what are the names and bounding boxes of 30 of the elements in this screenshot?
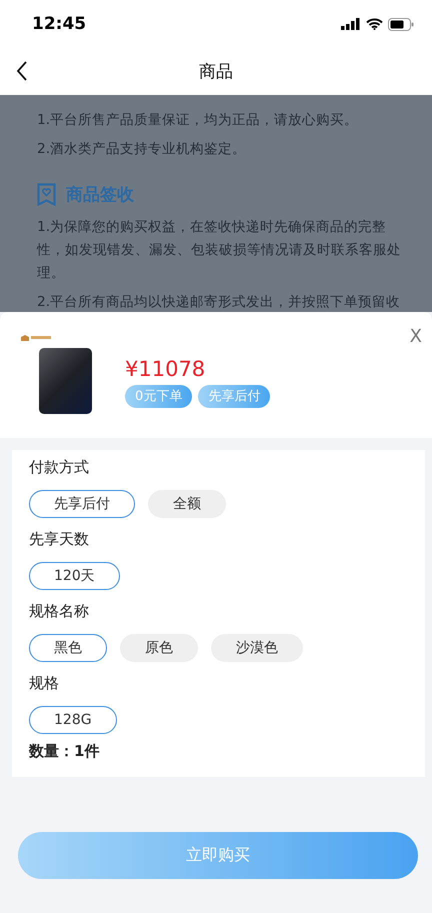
option-group-title: 付款方式 (29, 457, 90, 478)
status-time: 12:45 (32, 14, 86, 34)
option-group-title: 先享天数 (29, 529, 90, 550)
option-group-title: 规格 (29, 673, 60, 694)
wifi-icon (366, 18, 383, 30)
section-heading: 商品签收 (66, 184, 134, 206)
policy-text: 2.酒水类产品支持专业机构鉴定。 (37, 140, 248, 159)
promo-tag: 0元下单 (125, 385, 192, 408)
close-button[interactable]: X (408, 326, 424, 347)
option-chip[interactable]: 沙漠色 (211, 634, 303, 662)
option-chip[interactable]: 120天 (29, 562, 120, 590)
policy-text: 1.平台所售产品质量保证，均为正品，请放心购买。 (37, 111, 360, 130)
back-icon (16, 61, 28, 81)
page-title: 商品 (199, 61, 233, 83)
bookmark-heart-icon (37, 183, 56, 206)
signal-icon (341, 18, 361, 30)
product-price: ¥11078 (125, 357, 206, 381)
promo-tag: 先享后付 (198, 385, 270, 408)
option-chip[interactable]: 黑色 (29, 634, 107, 662)
quantity-text: 数量：1件 (29, 742, 100, 761)
option-chip[interactable]: 原色 (120, 634, 198, 662)
policy-text: 1.为保障您的购买权益，在签收快递时先确保商品的完整性，如发现错发、漏发、包装破损等情况请及时联系客服处理。 (37, 218, 402, 283)
option-chip[interactable]: 先享后付 (29, 490, 135, 518)
battery-icon (388, 18, 414, 30)
option-chip[interactable]: 128G (29, 706, 117, 734)
option-chip[interactable]: 全额 (148, 490, 226, 518)
option-group-title: 规格名称 (29, 601, 90, 622)
policy-text: 2.平台所有商品均以快递邮寄形式发出，并按照下单预留收 (37, 293, 402, 312)
store-logo-icon (20, 334, 52, 342)
phone-photo-placeholder (39, 348, 92, 414)
